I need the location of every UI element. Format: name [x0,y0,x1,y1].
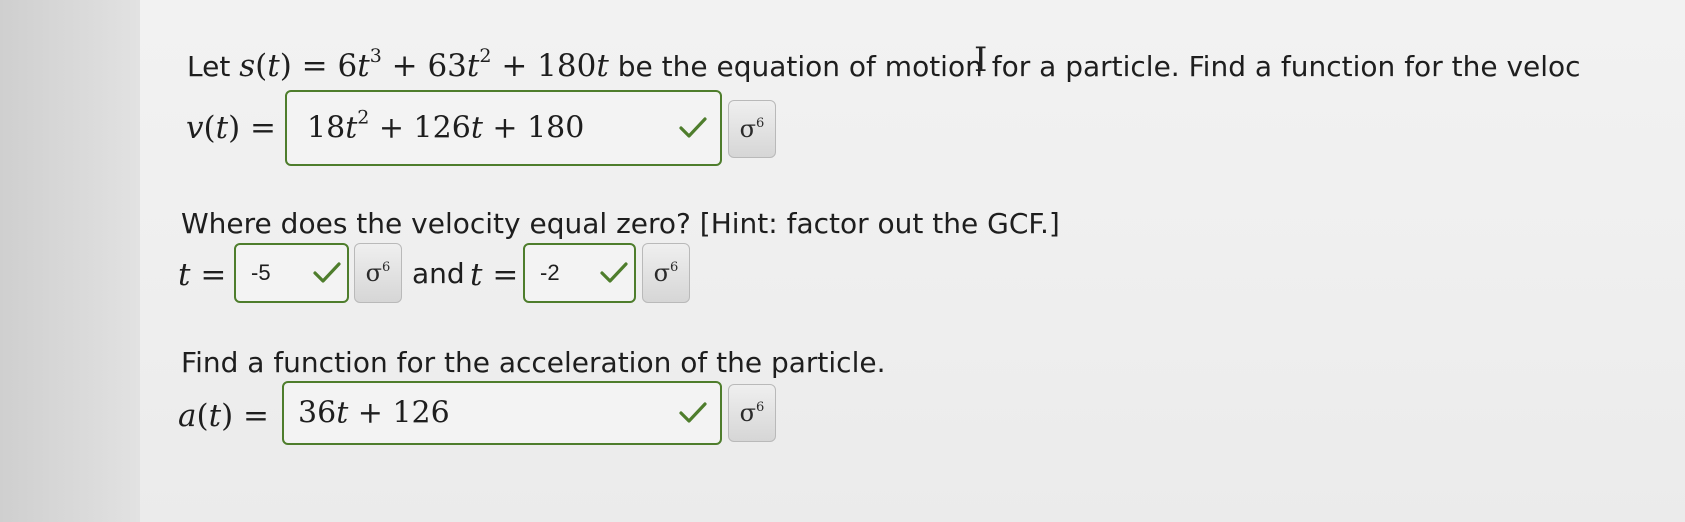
question-1-suffix: be the equation of motion for a particle… [608,50,1581,83]
velocity-symbol-button[interactable]: σ6 [728,100,776,158]
velocity-answer-field[interactable]: 18t2 + 126t + 180 [285,90,722,166]
question-3-text: Find a function for the acceleration of … [181,346,886,379]
question-1-prefix: Let [187,50,240,83]
root-1-symbol-button[interactable]: σ6 [354,243,402,303]
velocity-label: v(t) = [186,110,277,146]
root-2-symbol-button[interactable]: σ6 [642,243,690,303]
check-icon [600,262,628,283]
sigma-symbol-icon: σ6 [653,259,679,287]
root-1-answer-field[interactable]: -5 [234,243,349,303]
question-2-text: Where does the velocity equal zero? [Hin… [181,207,1060,240]
position-equation: s(t) = 6t3 + 63t2 + 180t [239,45,609,85]
text-cursor-icon: I [974,40,988,80]
t-label-1: t = [178,257,227,293]
root-1-answer-value: -5 [251,260,271,285]
root-2-answer-field[interactable]: -2 [523,243,636,303]
check-icon [679,117,707,138]
acceleration-answer-field[interactable]: 36t + 126 [282,381,722,445]
left-margin [0,0,140,522]
acceleration-label: a(t) = [178,398,269,434]
question-1-text: Let s(t) = 6t3 + 63t2 + 180t be the equa… [187,45,1581,85]
velocity-answer-value: 18t2 + 126t + 180 [307,106,585,146]
acceleration-symbol-button[interactable]: σ6 [728,384,776,442]
sigma-symbol-icon: σ6 [739,399,765,427]
check-icon [313,262,341,283]
root-2-answer-value: -2 [540,260,560,285]
t-label-2: t = [470,257,519,293]
sigma-symbol-icon: σ6 [365,259,391,287]
and-label: and [412,257,465,290]
acceleration-answer-value: 36t + 126 [298,395,450,431]
check-icon [679,402,707,423]
sigma-symbol-icon: σ6 [739,115,765,143]
